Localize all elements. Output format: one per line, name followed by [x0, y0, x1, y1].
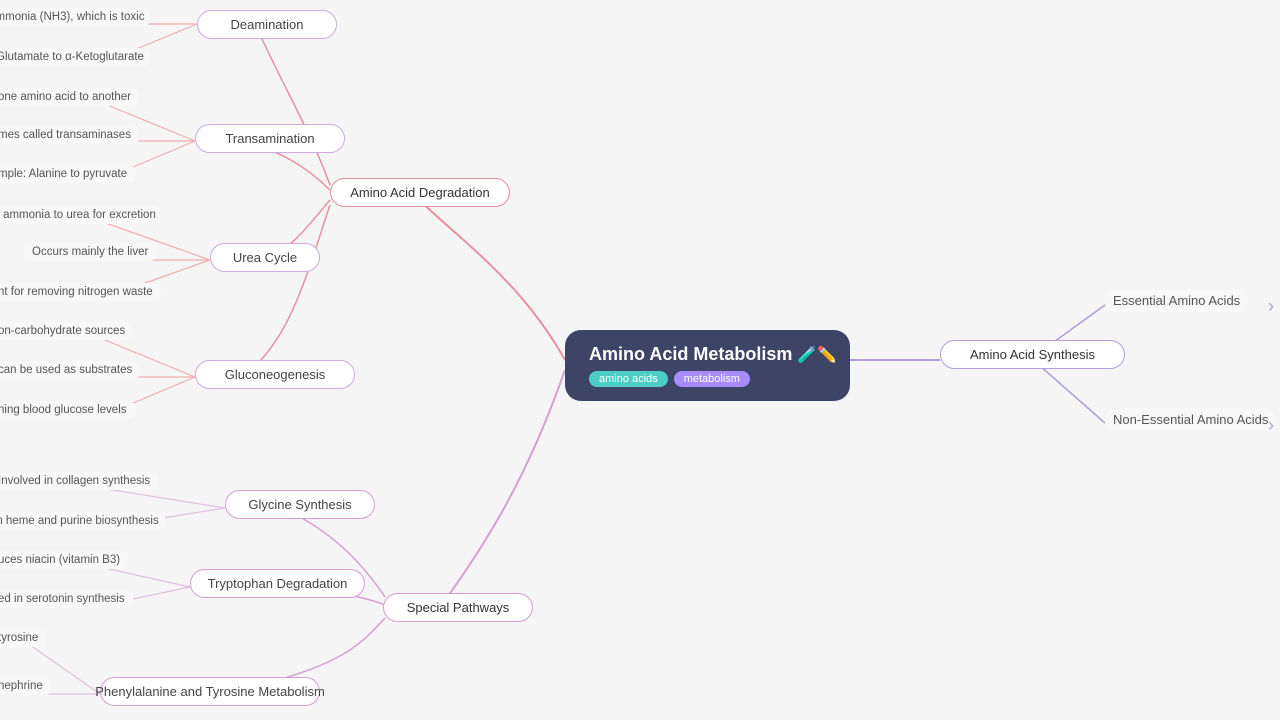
- nonessential-label: Non-Essential Amino Acids: [1113, 412, 1268, 427]
- sub-essential: Essential Amino Acids: [1105, 289, 1248, 312]
- sub-transamination[interactable]: Transamination: [195, 124, 345, 153]
- leaf-glutamate: Glutamate to α-Ketoglutarate: [0, 48, 150, 66]
- tag-amino-acids: amino acids: [589, 371, 668, 387]
- tag-metabolism: metabolism: [674, 371, 750, 387]
- leaf-heme: n heme and purine biosynthesis: [0, 512, 165, 530]
- sub-tryptophan[interactable]: Tryptophan Degradation: [190, 569, 365, 598]
- sub-phenylalanine-label: Phenylalanine and Tyrosine Metabolism: [95, 684, 325, 699]
- arrow-nonessential: ›: [1268, 415, 1274, 436]
- branch-special-label: Special Pathways: [407, 600, 510, 615]
- center-title: Amino Acid Metabolism 🧪✏️: [589, 344, 837, 365]
- sub-glycine[interactable]: Glycine Synthesis: [225, 490, 375, 519]
- sub-deamination-label: Deamination: [231, 17, 304, 32]
- leaf-niacin: uces niacin (vitamin B3): [0, 551, 128, 569]
- leaf-ammonia: mmonia (NH3), which is toxic: [0, 8, 150, 26]
- leaf-transaminases: mes called transaminases: [0, 126, 139, 144]
- leaf-collagen: Involved in collagen synthesis: [0, 472, 158, 490]
- branch-degradation[interactable]: Amino Acid Degradation: [330, 178, 510, 207]
- sub-glycine-label: Glycine Synthesis: [248, 497, 351, 512]
- sub-nonessential: Non-Essential Amino Acids: [1105, 408, 1276, 431]
- leaf-one-amino: one amino acid to another: [0, 88, 139, 106]
- leaf-alanine: mple: Alanine to pyruvate: [0, 165, 135, 183]
- center-node[interactable]: Amino Acid Metabolism 🧪✏️ amino acids me…: [565, 330, 850, 401]
- leaf-blood-glucose: ning blood glucose levels: [0, 401, 135, 419]
- arrow-essential: ›: [1268, 296, 1274, 317]
- sub-gluco-label: Gluconeogenesis: [225, 367, 325, 382]
- sub-gluconeogenesis[interactable]: Gluconeogenesis: [195, 360, 355, 389]
- leaf-nitrogen: nt for removing nitrogen waste: [0, 283, 161, 301]
- essential-label: Essential Amino Acids: [1113, 293, 1240, 308]
- leaf-serotonin: ed in serotonin synthesis: [0, 590, 133, 608]
- sub-urea-label: Urea Cycle: [233, 250, 297, 265]
- mindmap-canvas: Amino Acid Metabolism 🧪✏️ amino acids me…: [0, 0, 1280, 720]
- leaf-tyrosine: tyrosine: [0, 629, 46, 647]
- sub-phenylalanine[interactable]: Phenylalanine and Tyrosine Metabolism: [100, 677, 320, 706]
- leaf-liver: Occurs mainly the liver: [24, 243, 156, 261]
- branch-synthesis[interactable]: Amino Acid Synthesis: [940, 340, 1125, 369]
- branch-degradation-label: Amino Acid Degradation: [350, 185, 489, 200]
- sub-transamination-label: Transamination: [225, 131, 314, 146]
- branch-synthesis-label: Amino Acid Synthesis: [970, 347, 1095, 362]
- sub-urea[interactable]: Urea Cycle: [210, 243, 320, 272]
- sub-deamination[interactable]: Deamination: [197, 10, 337, 39]
- leaf-substrates: can be used as substrates: [0, 361, 140, 379]
- leaf-noncarb: on-carbohydrate sources: [0, 322, 133, 340]
- branch-special[interactable]: Special Pathways: [383, 593, 533, 622]
- sub-tryptophan-label: Tryptophan Degradation: [208, 576, 348, 591]
- leaf-nephrine: nephrine: [0, 677, 51, 695]
- leaf-ammonia-urea: s ammonia to urea for excretion: [0, 206, 160, 224]
